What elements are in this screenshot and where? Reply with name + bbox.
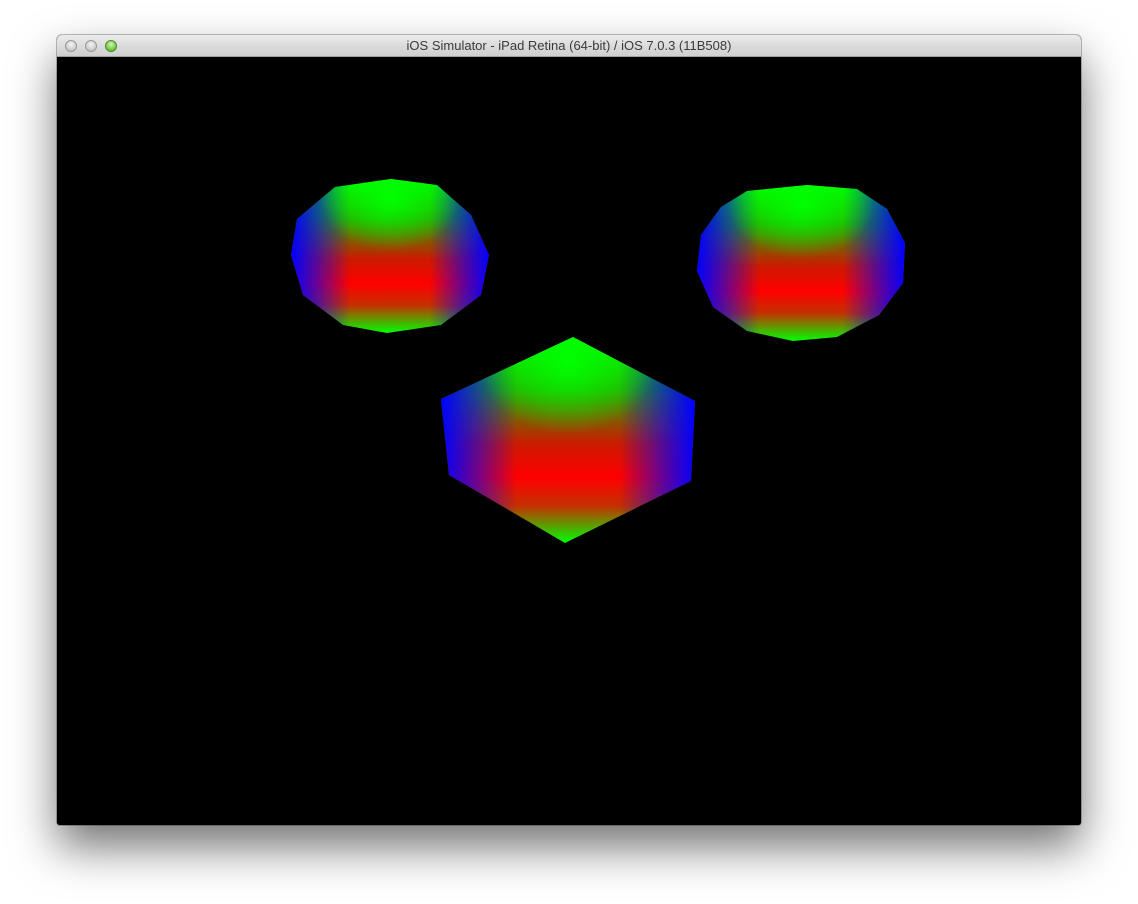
title-bar[interactable]: iOS Simulator - iPad Retina (64-bit) / i…	[57, 35, 1081, 57]
gl-scene	[291, 179, 905, 543]
window-title: iOS Simulator - iPad Retina (64-bit) / i…	[406, 38, 732, 53]
right-sphere	[697, 185, 905, 341]
left-sphere	[291, 179, 489, 333]
center-octahedron	[441, 337, 695, 543]
simulator-screen[interactable]	[57, 57, 1081, 825]
simulator-window: iOS Simulator - iPad Retina (64-bit) / i…	[57, 35, 1081, 825]
